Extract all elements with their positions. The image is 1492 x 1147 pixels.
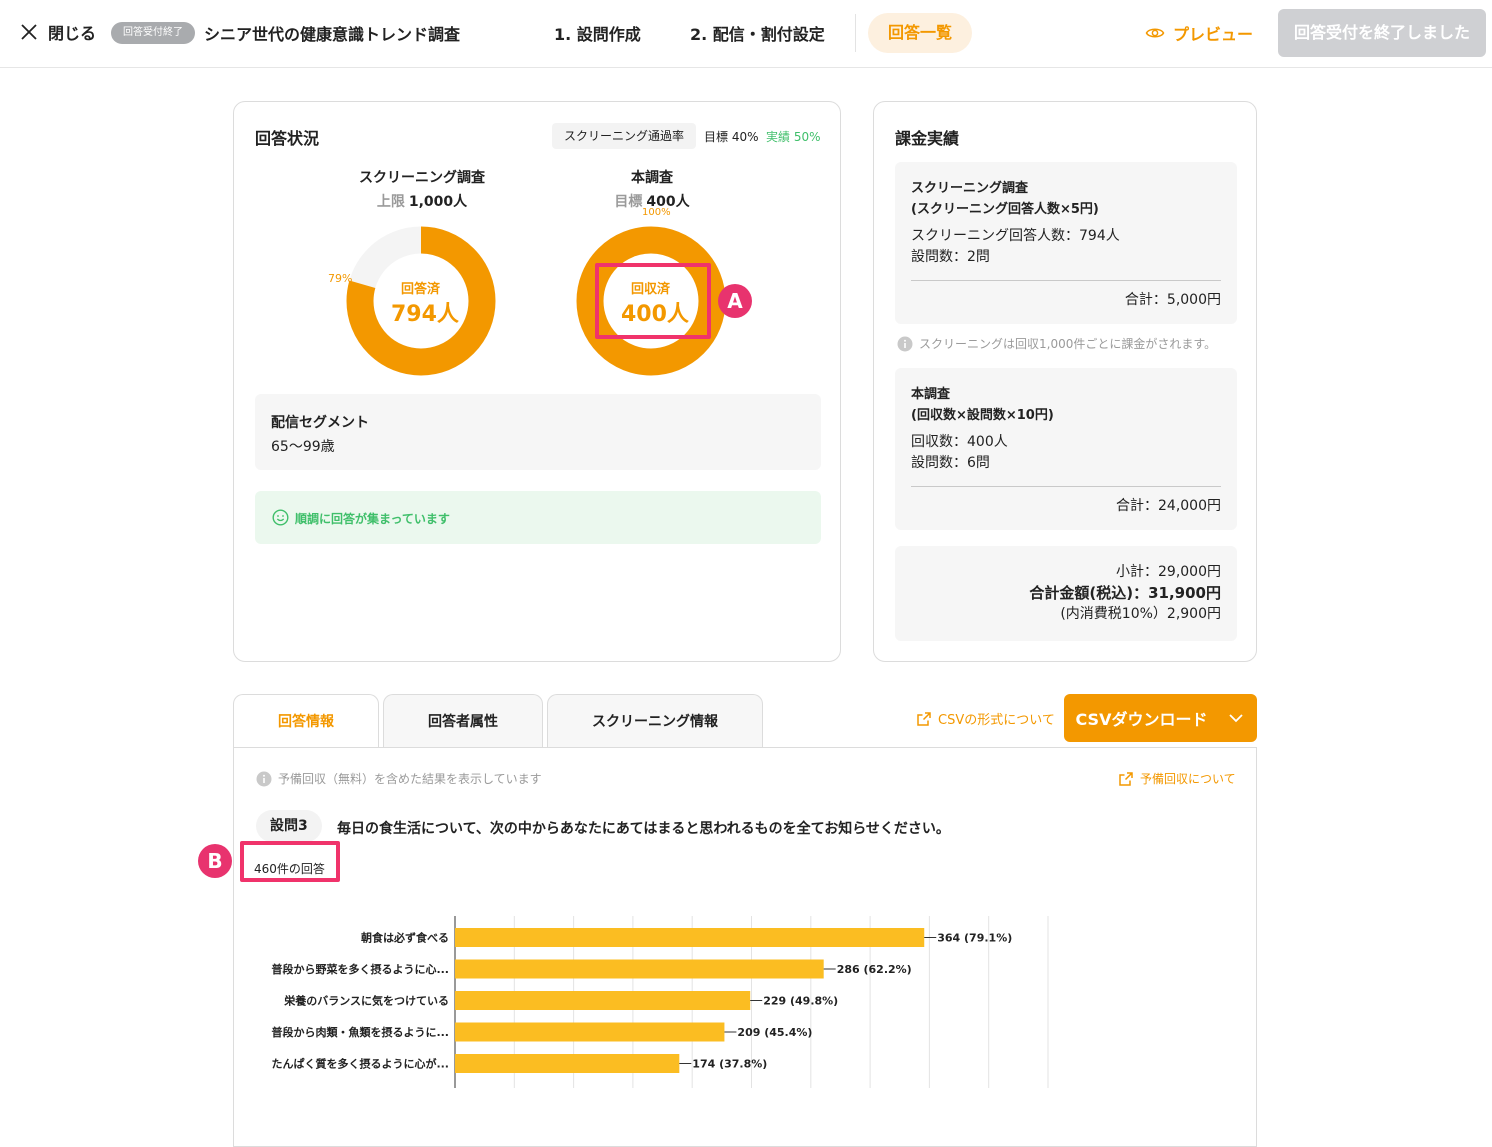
preview-button[interactable]: プレビュー: [1145, 21, 1253, 45]
billing-screening-questions: 設問数：2問: [911, 249, 990, 265]
billing-note-text: スクリーニングは回収1,000件ごとに課金がされます。: [919, 337, 1217, 351]
billing-card: 課金実績 スクリーニング調査 (スクリーニング回答人数×5円) スクリーニング回…: [873, 101, 1257, 662]
step-delivery-settings[interactable]: 2. 配信・割付設定: [690, 21, 825, 45]
close-label: 閉じる: [48, 24, 97, 43]
screening-limit-value: 1,000人: [408, 194, 468, 210]
chart-category-label: たんぱく質を多く摂るように心が...: [271, 1057, 449, 1071]
billing-note: スクリーニングは回収1,000件ごとに課金がされます。: [897, 335, 1216, 352]
annotation-a-marker: A: [718, 284, 752, 318]
csv-download-label: CSVダウンロード: [1075, 710, 1208, 729]
tab-responses[interactable]: 回答一覧: [868, 13, 972, 53]
billing-main-title: 本調査: [911, 387, 951, 402]
annotation-b-box: [240, 841, 340, 882]
chart-bar: [455, 1054, 680, 1073]
divider: [855, 14, 856, 52]
csv-download-button[interactable]: CSVダウンロード: [1064, 694, 1257, 742]
results-bar-chart: 朝食は必ず食べる 364 (79.1%) 普段から野菜を多く摂るように心... 286…: [271, 916, 1049, 1088]
billing-main: 本調査 (回収数×設問数×10円) 回収数：400人 設問数：6問 合計：24,…: [895, 368, 1237, 530]
annotation-a-box: [595, 263, 711, 339]
info-icon: [897, 336, 913, 351]
screening-rate-label: スクリーニング通過率: [552, 123, 697, 149]
progress-message-text: 順調に回答が集まっています: [295, 512, 450, 526]
main-donut-title: 本調査: [631, 170, 673, 186]
screening-center-key: 回答済: [401, 282, 441, 297]
chart-bar: [455, 1022, 725, 1042]
screening-limit-key: 上限: [376, 194, 405, 210]
billing-grand-total: 合計金額(税込)：31,900円: [1029, 584, 1221, 602]
chart-category-label: 普段から野菜を多く摂るように心...: [271, 962, 449, 976]
status-badge: 回答受付終了: [111, 22, 195, 44]
close-button[interactable]: 閉じる: [20, 20, 96, 44]
divider: [911, 280, 1221, 281]
billing-main-count: 回収数：400人: [911, 434, 1008, 450]
screening-rate-actual: 実績 50%: [766, 130, 821, 144]
main-target-key: 目標: [614, 194, 643, 210]
chart-value-label: 364 (79.1%): [937, 932, 1012, 945]
step-question-create[interactable]: 1. 設問作成: [554, 21, 641, 45]
close-icon: [21, 24, 37, 40]
tab-response-info[interactable]: 回答情報: [233, 694, 379, 749]
external-link-icon: [917, 711, 931, 726]
chart-category-label: 普段から肉類・魚類を摂るように...: [271, 1025, 449, 1039]
segment-value: 65〜99歳: [271, 439, 335, 455]
progress-message: 順調に回答が集まっています: [255, 491, 821, 544]
chart-category-label: 栄養のバランスに気をつけている: [283, 994, 449, 1008]
screening-limit: 上限 1,000人: [322, 191, 522, 211]
results-panel: 予備回収（無料）を含めた結果を表示しています 予備回収について 設問3 毎日の食…: [233, 747, 1257, 1147]
top-bar: 閉じる 回答受付終了 シニア世代の健康意識トレンド調査 1. 設問作成 2. 配…: [0, 0, 1492, 68]
billing-subtotal: 小計：29,000円: [1116, 564, 1221, 580]
chart-value-label: 286 (62.2%): [837, 963, 912, 976]
response-status-card: 回答状況 スクリーニング通過率 目標 40% 実績 50% スクリーニング調査 …: [233, 101, 841, 662]
chevron-down-icon: [1229, 714, 1244, 723]
eye-icon: [1145, 28, 1165, 38]
billing-screening-sum: 合計：5,000円: [1124, 292, 1221, 308]
chart-bar: [455, 928, 925, 947]
billing-main-questions: 設問数：6問: [911, 455, 990, 471]
chart-value-label: 174 (37.8%): [692, 1058, 767, 1071]
screening-center-value: 794人: [391, 302, 459, 327]
screening-donut-title: スクリーニング調査: [359, 170, 485, 186]
main-survey-header: 本調査 目標 400人: [552, 167, 752, 211]
csv-format-label: CSVの形式について: [938, 713, 1055, 728]
end-acceptance-button[interactable]: 回答受付を終了しました: [1278, 9, 1486, 57]
screening-rate-target: 目標 40%: [704, 130, 759, 144]
billing-main-sum: 合計：24,000円: [1116, 498, 1221, 514]
billing-title: 課金実績: [895, 129, 960, 148]
main-percent: 100%: [642, 207, 671, 218]
billing-screening-formula: (スクリーニング回答人数×5円): [911, 202, 1099, 217]
annotation-b-marker: B: [198, 844, 232, 878]
billing-main-formula: (回収数×設問数×10円): [911, 408, 1054, 423]
survey-title: シニア世代の健康意識トレンド調査: [204, 25, 461, 44]
preview-label: プレビュー: [1173, 25, 1254, 44]
billing-screening-count: スクリーニング回答人数：794人: [911, 228, 1120, 244]
chart-category-label: 朝食は必ず食べる: [361, 931, 449, 945]
billing-screening: スクリーニング調査 (スクリーニング回答人数×5円) スクリーニング回答人数：7…: [895, 162, 1237, 324]
delivery-segment: 配信セグメント 65〜99歳: [255, 394, 821, 470]
csv-format-link[interactable]: CSVの形式について: [916, 709, 1055, 728]
billing-tax: (内消費税10%）2,900円: [1060, 606, 1221, 622]
chart-value-label: 209 (45.4%): [737, 1026, 812, 1039]
chart-bar: [455, 959, 824, 979]
screening-percent: 79%: [328, 272, 353, 285]
billing-total: 小計：29,000円 合計金額(税込)：31,900円 (内消費税10%）2,9…: [895, 546, 1237, 641]
smile-icon: [272, 509, 289, 526]
segment-title: 配信セグメント: [271, 415, 369, 431]
billing-screening-title: スクリーニング調査: [911, 181, 1029, 196]
chart-value-label: 229 (49.8%): [763, 995, 838, 1008]
chart-bar: [455, 991, 751, 1010]
tab-screening-info[interactable]: スクリーニング情報: [547, 694, 763, 748]
tab-respondent-attributes[interactable]: 回答者属性: [383, 694, 543, 748]
divider: [911, 486, 1221, 487]
status-title: 回答状況: [255, 129, 320, 148]
screening-header: スクリーニング調査 上限 1,000人: [322, 167, 522, 211]
